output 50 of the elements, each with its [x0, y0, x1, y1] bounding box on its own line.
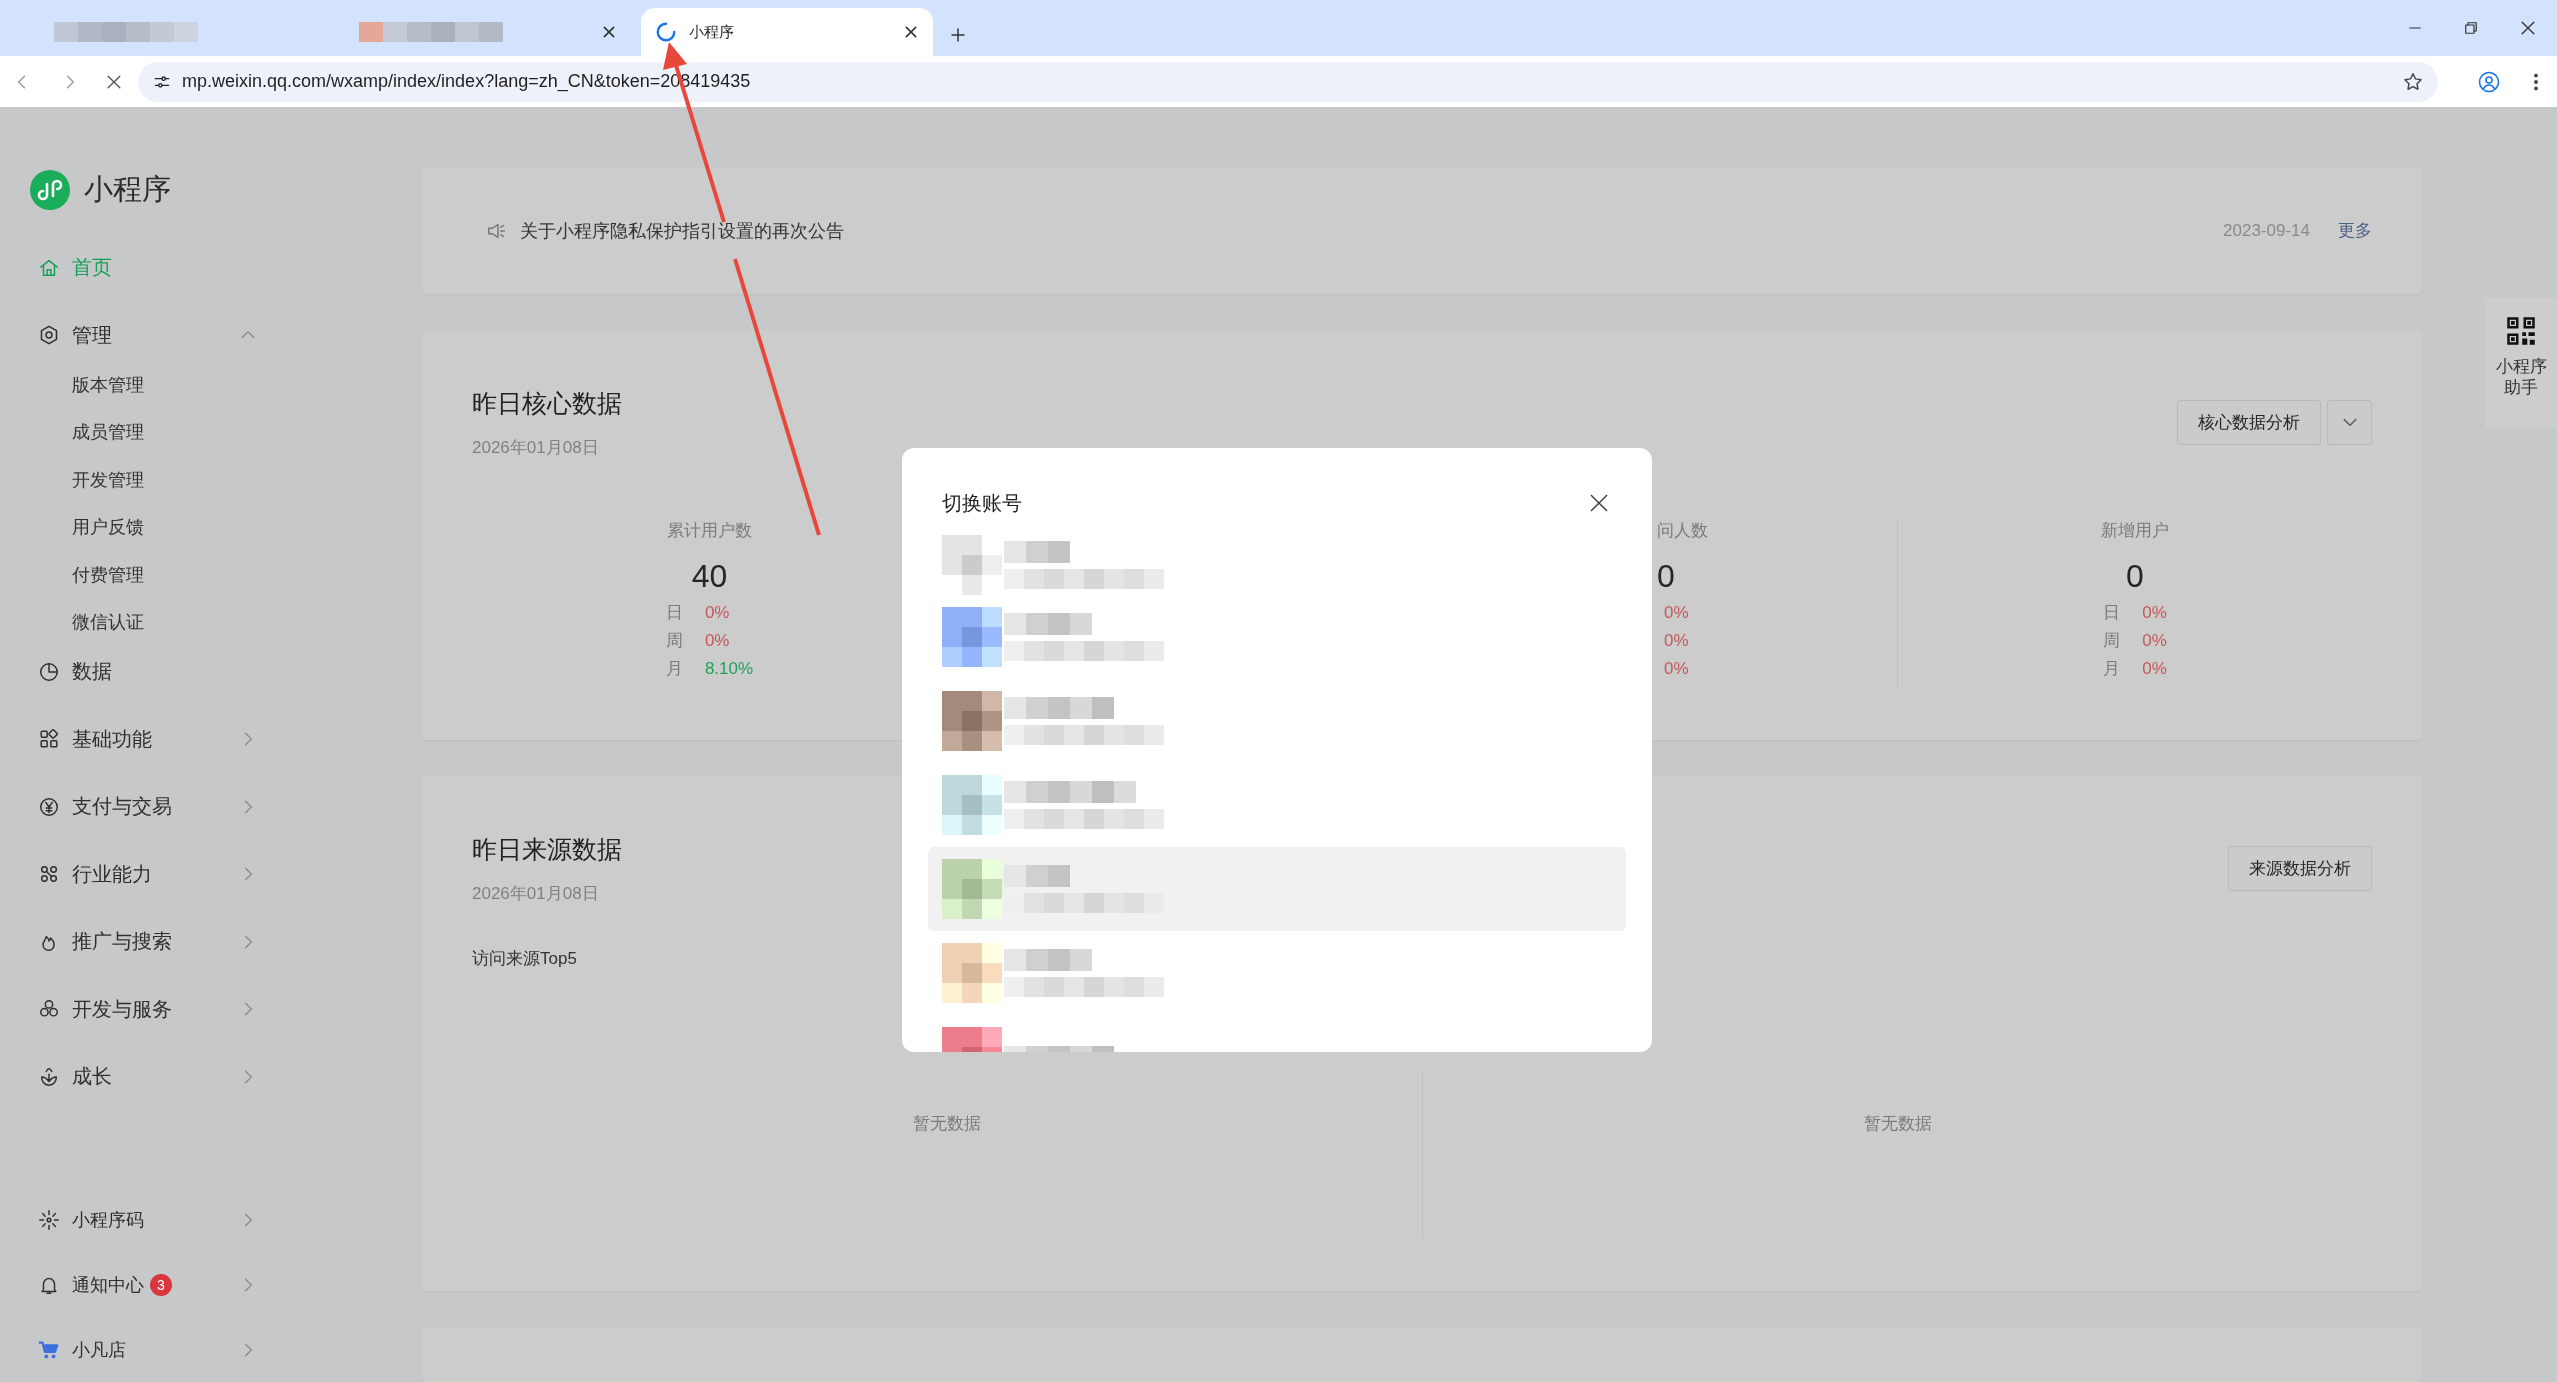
chart-subtitle: 访问来源Top5	[472, 947, 577, 970]
nav-item[interactable]: 支付与交易	[0, 773, 258, 841]
change-percent: 0%	[704, 601, 731, 624]
stat-value: 0	[1657, 556, 1675, 596]
app-name: 小程序	[84, 172, 171, 207]
empty-state-text: 暂无数据	[913, 1112, 981, 1135]
nav-subitem[interactable]: 用户反馈	[0, 503, 222, 551]
change-percent: 0%	[1664, 601, 1689, 624]
period-label: 日	[665, 601, 683, 624]
change-percent: 0%	[2142, 629, 2167, 652]
nav-subitem[interactable]: 付费管理	[0, 551, 222, 599]
period-label: 周	[2103, 629, 2121, 652]
nav-item[interactable]: 推广与搜索	[0, 908, 258, 976]
dialog-title: 切换账号	[942, 491, 1022, 515]
nav-item[interactable]: 行业能力	[0, 840, 258, 908]
notification-badge: 3	[150, 1273, 172, 1296]
browser-tab[interactable]: 小程序	[641, 8, 933, 56]
change-percent: 0%	[2142, 657, 2167, 680]
nav-subitem[interactable]: 开发管理	[0, 456, 222, 504]
more-link[interactable]: 更多	[2338, 219, 2372, 243]
period-label: 月	[665, 657, 683, 680]
stat-value: 0	[2126, 556, 2144, 596]
stat-label: 累计用户数	[667, 519, 752, 542]
section-title: 昨日来源数据	[472, 833, 622, 864]
change-percent: 0%	[1664, 657, 1689, 680]
change-percent: 0%	[1664, 629, 1689, 652]
analysis-button[interactable]: 来源数据分析	[2228, 845, 2372, 891]
change-percent: 8.10%	[704, 657, 754, 680]
notice-link[interactable]: 关于小程序隐私保护指引设置的再次公告	[520, 218, 844, 243]
section-date: 2026年01月08日	[472, 436, 600, 459]
nav-item[interactable]: 基础功能	[0, 705, 258, 773]
period-label: 周	[665, 629, 683, 652]
nav-item[interactable]: 开发与服务	[0, 975, 258, 1043]
nav-item[interactable]: 成长	[0, 1043, 258, 1111]
section-title: 昨日核心数据	[472, 387, 622, 418]
nav-item[interactable]: 小凡店	[0, 1317, 258, 1382]
empty-state-text: 暂无数据	[1863, 1112, 1932, 1135]
notice-date: 2023-09-14	[2223, 220, 2310, 241]
period-label: 月	[2103, 657, 2121, 680]
stat-value: 40	[691, 556, 728, 596]
change-percent: 0%	[704, 629, 731, 652]
change-percent: 0%	[2142, 601, 2167, 624]
nav-item[interactable]: 通知中心 3	[0, 1252, 258, 1317]
stat-label: 新增用户	[2101, 519, 2169, 542]
nav-subitem[interactable]: 成员管理	[0, 408, 222, 456]
stat-label: 问人数	[1657, 519, 1708, 542]
section-date: 2026年01月08日	[472, 882, 600, 905]
nav-item[interactable]: 小程序码	[0, 1187, 258, 1252]
period-label: 日	[2103, 601, 2121, 624]
analysis-button[interactable]: 核心数据分析	[2177, 399, 2321, 445]
